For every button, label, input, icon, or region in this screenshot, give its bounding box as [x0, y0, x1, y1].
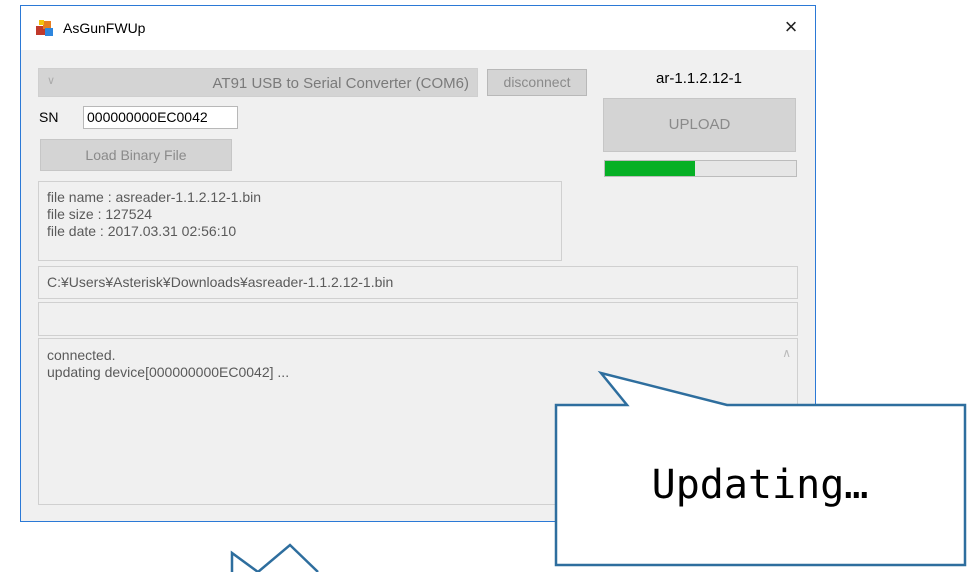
log-line: connected.: [47, 347, 116, 363]
file-path-field: C:¥Users¥Asterisk¥Downloads¥asreader-1.1…: [38, 266, 798, 299]
disconnect-button[interactable]: disconnect: [487, 69, 587, 96]
port-select[interactable]: ∨ AT91 USB to Serial Converter (COM6): [38, 68, 478, 97]
callout-pointer-bottom: [230, 543, 319, 572]
app-icon: [36, 20, 53, 36]
scroll-up-icon[interactable]: ∧: [782, 345, 791, 362]
file-info-panel: file name : asreader-1.1.2.12-1.bin file…: [38, 181, 562, 261]
progress-fill: [605, 161, 695, 176]
title-bar: AsGunFWUp ×: [21, 6, 815, 50]
file-name-text: file name : asreader-1.1.2.12-1.bin: [47, 189, 262, 205]
callout-text: Updating…: [651, 462, 869, 508]
upload-progress-bar: [604, 160, 797, 177]
window-title: AsGunFWUp: [63, 20, 146, 36]
port-select-value: AT91 USB to Serial Converter (COM6): [212, 75, 469, 92]
file-size-text: file size : 127524: [47, 206, 153, 222]
file-date-text: file date : 2017.03.31 02:56:10: [47, 223, 237, 239]
status-field: [38, 302, 798, 336]
chevron-down-icon[interactable]: ∨: [47, 74, 55, 87]
close-button[interactable]: ×: [775, 12, 807, 44]
log-line: updating device[000000000EC0042] ...: [47, 364, 290, 380]
sn-input[interactable]: 000000000EC0042: [83, 106, 238, 129]
load-binary-file-button[interactable]: Load Binary File: [40, 139, 232, 171]
sn-label: SN: [39, 109, 59, 125]
upload-button[interactable]: UPLOAD: [603, 98, 796, 152]
firmware-version: ar-1.1.2.12-1: [656, 70, 742, 87]
